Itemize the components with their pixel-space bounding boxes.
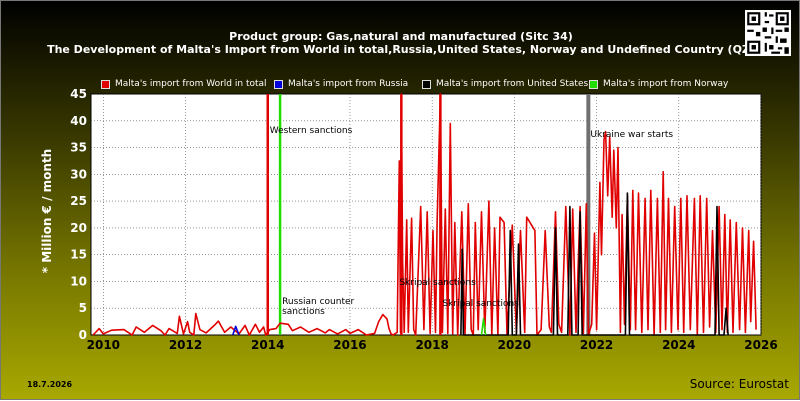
x-tick-label: 2022: [580, 338, 613, 352]
y-tick-label: 20: [70, 221, 87, 235]
y-tick-label: 15: [70, 248, 87, 262]
event-label: Russian counter: [282, 297, 354, 307]
event-label: Skripal sanctions: [399, 278, 476, 288]
event-label: Western sanctions: [270, 126, 353, 136]
event-label: Ukraine war starts: [590, 130, 673, 140]
y-tick-label: 25: [70, 194, 87, 208]
y-tick-label: 30: [70, 167, 87, 181]
y-tick-label: 40: [70, 114, 87, 128]
event-label: sanctions: [282, 307, 325, 317]
chart-svg: 0510152025303540452010 2012 2014 2016 2018 20…: [70, 87, 777, 352]
chart-frame: Product group: Gas,natural and manufactu…: [0, 0, 800, 400]
x-tick-label: 2026: [744, 338, 777, 352]
x-tick-label: 2018: [415, 338, 448, 352]
y-tick-label: 10: [70, 274, 87, 288]
source-label: Source: Eurostat: [689, 377, 789, 391]
x-tick-label: 2014: [251, 338, 284, 352]
y-tick-label: 5: [79, 301, 87, 315]
event-label: Skripal sanctions: [442, 299, 519, 309]
x-tick-label: 2016: [333, 338, 366, 352]
x-tick-label: 2020: [498, 338, 531, 352]
x-tick-label: 2024: [662, 338, 695, 352]
y-tick-label: 45: [70, 87, 87, 101]
y-tick-label: 35: [70, 141, 87, 155]
x-tick-label: 2012: [169, 338, 202, 352]
date-stamp: 18.7.2026: [27, 380, 73, 389]
x-tick-label: 2010: [87, 338, 120, 352]
